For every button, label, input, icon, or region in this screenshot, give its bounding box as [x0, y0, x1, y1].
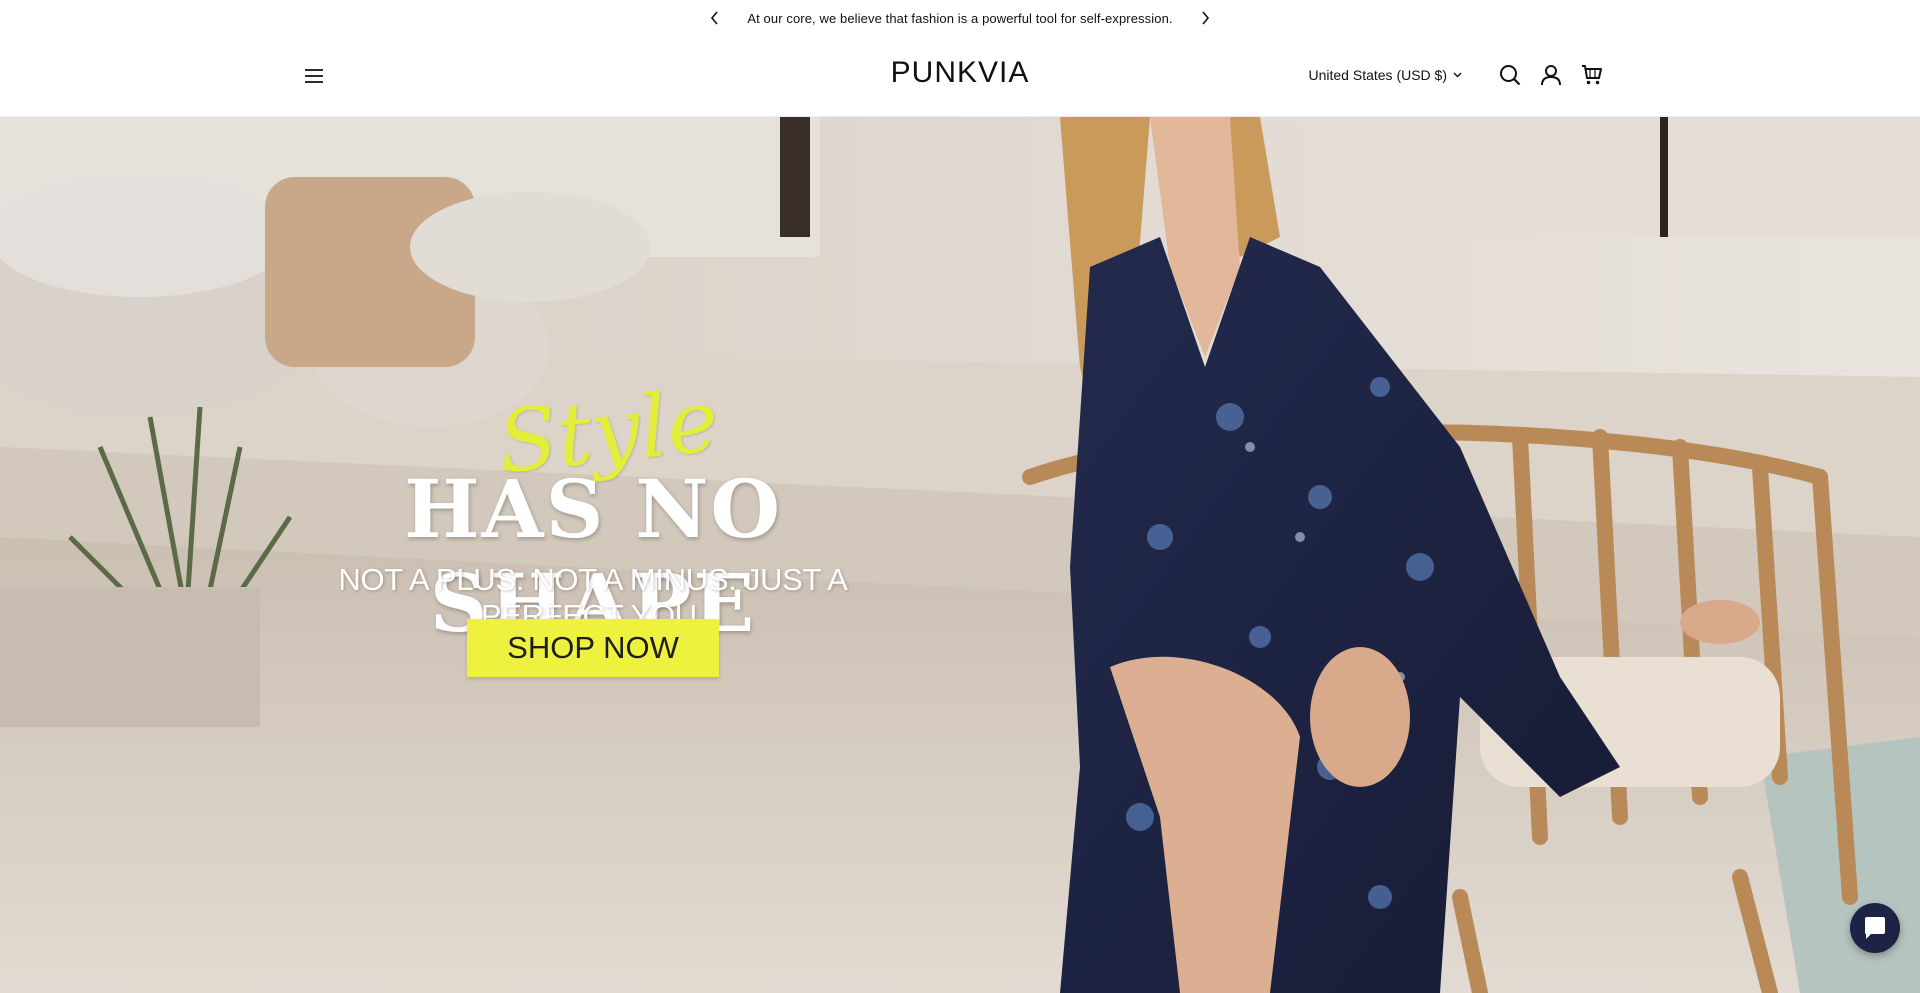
chevron-down-icon [1453, 72, 1462, 78]
site-header: PUNKVIA United States (USD $) [0, 36, 1920, 117]
hero-banner[interactable]: Style HAS NO SHAPE NOT A PLUS. NOT A MIN… [0, 117, 1920, 993]
chevron-left-icon [711, 11, 718, 25]
chat-button[interactable] [1850, 903, 1900, 953]
search-button[interactable] [1495, 60, 1525, 90]
site-logo[interactable]: PUNKVIA [0, 56, 1920, 90]
currency-label: United States (USD $) [1308, 67, 1448, 83]
announcement-prev-button[interactable] [703, 6, 727, 30]
chevron-right-icon [1202, 11, 1209, 25]
shop-now-button[interactable]: SHOP NOW [467, 619, 719, 677]
announcement-text: At our core, we believe that fashion is … [747, 10, 1173, 26]
cart-icon [1582, 65, 1602, 85]
account-button[interactable] [1536, 60, 1566, 90]
account-icon [1541, 65, 1561, 86]
search-icon [1500, 65, 1521, 86]
logo-text: PUNKVIA [890, 56, 1030, 89]
chat-icon [1865, 917, 1885, 939]
announcement-bar: At our core, we believe that fashion is … [0, 0, 1920, 36]
cart-button[interactable] [1577, 60, 1607, 90]
header-actions: United States (USD $) [1309, 60, 1608, 90]
announcement-next-button[interactable] [1193, 6, 1217, 30]
currency-selector[interactable]: United States (USD $) [1309, 67, 1463, 83]
